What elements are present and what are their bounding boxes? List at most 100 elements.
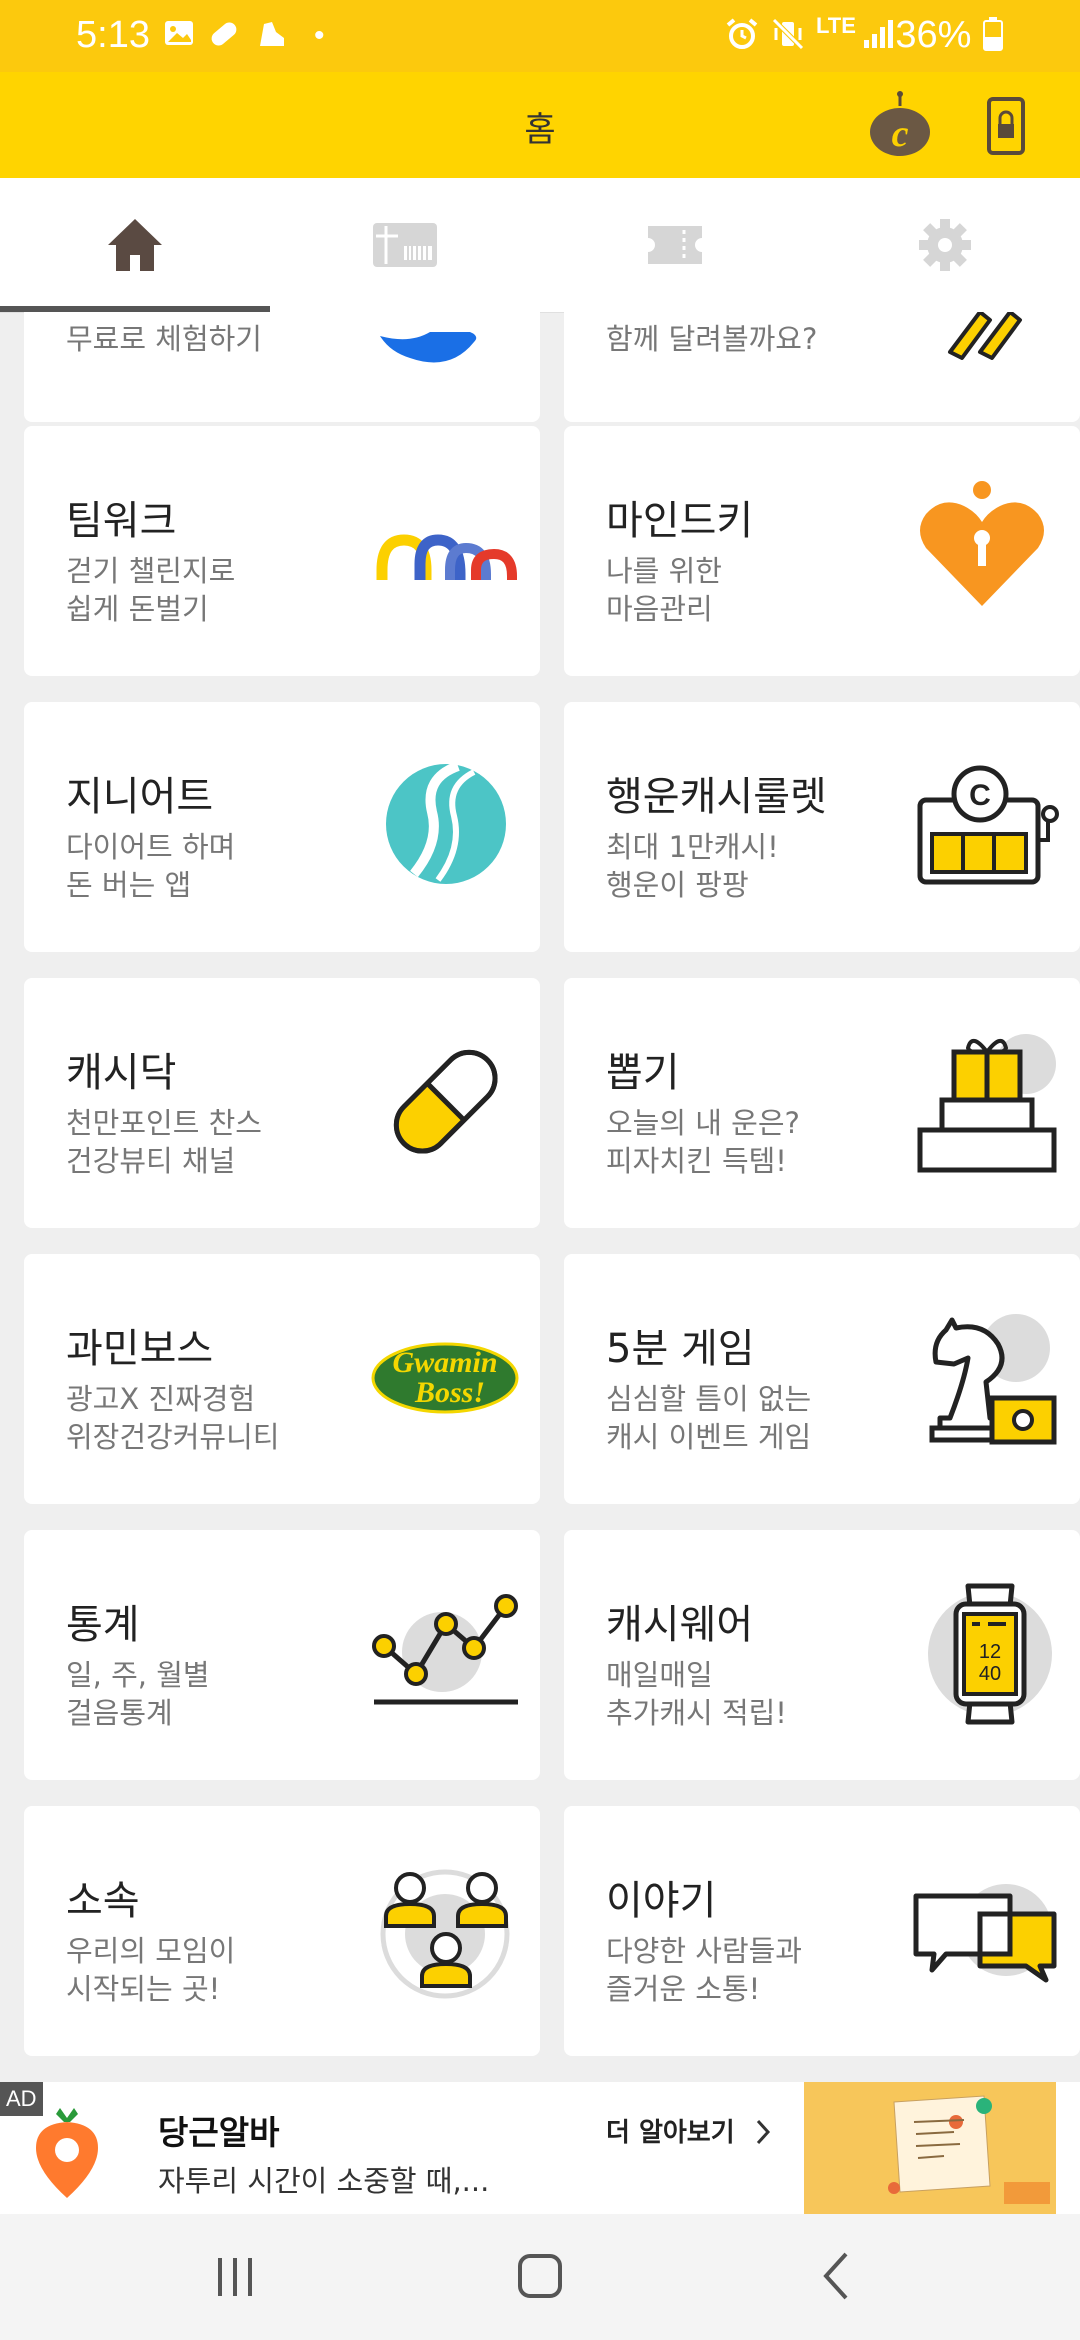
tab-home[interactable] xyxy=(0,178,270,312)
card-title: 과민보스 xyxy=(66,1326,214,1372)
shoe-notification-icon xyxy=(254,16,290,61)
card-title: 지니어트 xyxy=(66,774,214,820)
feature-card-partial-right[interactable]: 함께 달려볼까요? xyxy=(564,312,1080,422)
card-description: 걷기 챌린지로 쉽게 돈벌기 xyxy=(66,554,236,626)
svg-text:12: 12 xyxy=(979,1641,1001,1663)
card-title: 뽑기 xyxy=(606,1050,680,1096)
svg-text:C: C xyxy=(969,779,991,812)
card-description: 매일매일 추가캐시 적립! xyxy=(606,1658,787,1730)
ad-image[interactable] xyxy=(804,2082,1056,2214)
cash-bee-icon: c xyxy=(870,91,930,156)
card-title: 행운캐시룰렛 xyxy=(606,774,827,820)
status-time: 5:13 xyxy=(76,14,150,56)
feature-card-lucky-roulette[interactable]: 행운캐시룰렛 최대 1만캐시! 행운이 팡팡 C xyxy=(564,702,1080,952)
feature-grid[interactable]: 무료로 체험하기 함께 달려볼까요? 팀워크 걷기 챌린지로 쉽게 돈벌기 마인드… xyxy=(0,312,1080,2082)
gear-icon xyxy=(919,219,971,271)
card-title: 캐시닥 xyxy=(66,1050,177,1096)
partial-stripes-icon xyxy=(910,312,1060,442)
feature-card-genieat[interactable]: 지니어트 다이어트 하며 돈 버는 앱 xyxy=(24,702,540,952)
card-description: 다이어트 하며 돈 버는 앱 xyxy=(66,830,236,902)
chevron-right-icon xyxy=(756,2119,770,2145)
app-bar: 홈 c xyxy=(0,72,1080,178)
battery-icon xyxy=(983,17,1003,51)
pill-icon xyxy=(370,1026,520,1176)
tab-coupon[interactable] xyxy=(540,178,810,312)
home-icon xyxy=(108,219,162,271)
feature-card-gwamin-boss[interactable]: 과민보스 광고X 진짜경험 위장건강커뮤니티 Gwamin Boss! xyxy=(24,1254,540,1504)
alarm-icon xyxy=(724,16,760,61)
back-button[interactable] xyxy=(808,2246,868,2306)
card-title: 5분 게임 xyxy=(606,1326,755,1372)
feature-card-affiliation[interactable]: 소속 우리의 모임이 시작되는 곳! xyxy=(24,1806,540,2056)
heart-keyhole-icon xyxy=(910,474,1060,624)
card-description: 오늘의 내 운은? 피자치킨 득템! xyxy=(606,1106,800,1178)
recent-apps-icon xyxy=(218,2258,252,2296)
card-description: 최대 1만캐시! 행운이 팡팡 xyxy=(606,830,779,902)
card-title: 마인드키 xyxy=(606,498,754,544)
card-description: 천만포인트 찬스 건강뷰티 채널 xyxy=(66,1106,262,1178)
ad-description: 자투리 시간이 소중할 때,... xyxy=(158,2164,490,2198)
group-people-icon xyxy=(370,1854,520,2004)
card-description: 일, 주, 월별 걸음통계 xyxy=(66,1658,210,1730)
slot-machine-icon: C xyxy=(910,750,1060,900)
card-description: 심심할 틈이 없는 캐시 이벤트 게임 xyxy=(606,1382,812,1454)
card-description: 다양한 사람들과 즐거운 소통! xyxy=(606,1934,802,2006)
svg-text:Boss!: Boss! xyxy=(414,1376,485,1409)
lte-indicator: LTE xyxy=(816,13,856,38)
carrot-logo-icon xyxy=(30,2100,104,2200)
feature-card-cashwear[interactable]: 캐시웨어 매일매일 추가캐시 적립! 12 40 xyxy=(564,1530,1080,1780)
signal-icon xyxy=(860,16,896,61)
card-description: 광고X 진짜경험 위장건강커뮤니티 xyxy=(66,1382,280,1454)
svg-text:Gwamin: Gwamin xyxy=(392,1346,497,1379)
home-nav-icon xyxy=(518,2254,562,2298)
card-description: 무료로 체험하기 xyxy=(66,322,262,356)
gwamin-boss-logo-icon: Gwamin Boss! xyxy=(370,1302,520,1452)
home-button[interactable] xyxy=(504,2246,576,2306)
tab-settings[interactable] xyxy=(810,178,1080,312)
card-title: 팀워크 xyxy=(66,498,177,544)
feature-card-mindkey[interactable]: 마인드키 나를 위한 마음관리 xyxy=(564,426,1080,676)
gift-boxes-icon xyxy=(910,1026,1060,1176)
card-description: 우리의 모임이 시작되는 곳! xyxy=(66,1934,236,2006)
feature-card-5min-game[interactable]: 5분 게임 심심할 틈이 없는 캐시 이벤트 게임 xyxy=(564,1254,1080,1504)
chess-knight-icon xyxy=(910,1302,1060,1452)
partial-blue-icon xyxy=(370,312,520,442)
genieat-logo-icon xyxy=(370,750,520,900)
feature-card-teamwork[interactable]: 팀워크 걷기 챌린지로 쉽게 돈벌기 xyxy=(24,426,540,676)
line-chart-icon xyxy=(370,1578,520,1728)
feature-card-draw[interactable]: 뽑기 오늘의 내 운은? 피자치킨 득템! xyxy=(564,978,1080,1228)
recent-apps-button[interactable] xyxy=(200,2250,270,2304)
teamwork-arches-icon xyxy=(370,474,520,624)
cash-character-button[interactable]: c xyxy=(866,90,934,160)
battery-percent: 36% xyxy=(895,14,1004,57)
lock-screen-button[interactable] xyxy=(986,96,1026,156)
card-title: 캐시웨어 xyxy=(606,1602,754,1648)
card-title: 소속 xyxy=(66,1878,140,1924)
card-description: 함께 달려볼까요? xyxy=(606,322,818,356)
gallery-notification-icon xyxy=(162,16,196,59)
chat-bubbles-icon xyxy=(910,1854,1060,2004)
smartwatch-icon: 12 40 xyxy=(910,1578,1060,1728)
pill-notification-icon xyxy=(206,16,242,61)
card-title: 통계 xyxy=(66,1602,140,1648)
system-navigation-bar xyxy=(0,2214,1080,2340)
svg-text:c: c xyxy=(892,113,909,155)
status-bar: 5:13 • LTE 36% xyxy=(0,0,1080,72)
tab-gift[interactable] xyxy=(270,178,540,312)
ticket-icon xyxy=(648,226,702,264)
ad-title: 당근알바 xyxy=(158,2113,280,2152)
feature-card-cashdoc[interactable]: 캐시닥 천만포인트 찬스 건강뷰티 채널 xyxy=(24,978,540,1228)
ad-learn-more-button[interactable]: 더 알아보기 xyxy=(606,2112,772,2149)
feature-card-story[interactable]: 이야기 다양한 사람들과 즐거운 소통! xyxy=(564,1806,1080,2056)
more-notifications-dot-icon: • xyxy=(314,19,325,52)
phone-lock-icon xyxy=(987,97,1025,155)
svg-text:40: 40 xyxy=(979,1663,1001,1685)
gift-card-icon xyxy=(373,223,437,267)
card-title: 이야기 xyxy=(606,1878,717,1924)
card-description: 나를 위한 마음관리 xyxy=(606,554,722,626)
feature-card-statistics[interactable]: 통계 일, 주, 월별 걸음통계 xyxy=(24,1530,540,1780)
tab-bar xyxy=(0,178,1080,313)
vibrate-mute-icon xyxy=(770,16,806,61)
ad-banner[interactable]: AD 당근알바 자투리 시간이 소중할 때,... 더 알아보기 xyxy=(0,2082,1080,2214)
feature-card-partial-left[interactable]: 무료로 체험하기 xyxy=(24,312,540,422)
